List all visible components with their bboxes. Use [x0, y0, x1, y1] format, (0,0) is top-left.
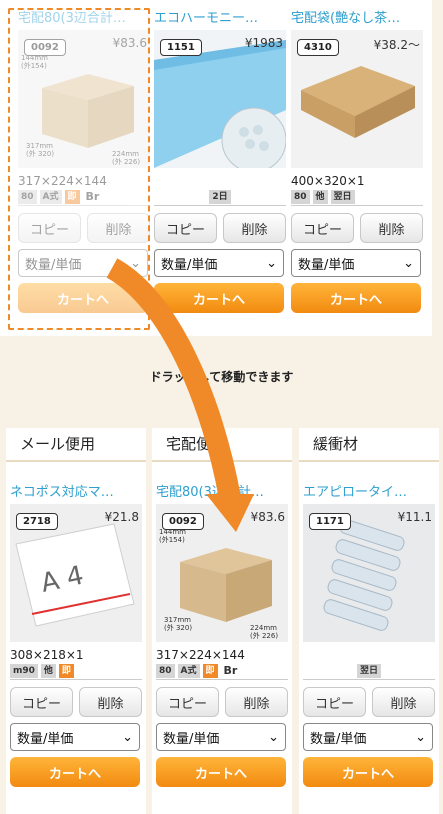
- quantity-select-label: 数量/単価: [161, 257, 218, 273]
- box-depth-outer: (外 226): [250, 631, 278, 640]
- add-to-cart-button[interactable]: カートへ: [303, 757, 433, 787]
- tag-size: 80: [156, 664, 175, 678]
- quantity-select[interactable]: 数量/単価 ⌄: [154, 249, 284, 277]
- product-tags: 80 他 翌日: [291, 190, 423, 206]
- category-column-cushioning[interactable]: 緩衝材 エアピロータイ… 1171 ¥11.1 翌日 コピー 削除 数量/単価 …: [299, 428, 439, 814]
- product-tags: 翌日: [303, 664, 435, 680]
- column-header: 緩衝材: [299, 428, 439, 462]
- product-size: [154, 174, 286, 188]
- product-price: ¥38.2～: [373, 38, 420, 52]
- drag-source-outline: [8, 8, 150, 330]
- product-card-eco-harmony[interactable]: エコハーモニー… 1151 ¥1983 2日 コピー 削除 数量/単価 ⌄ カート…: [154, 8, 286, 313]
- chevron-down-icon: ⌄: [415, 729, 426, 745]
- delete-button[interactable]: 削除: [360, 213, 423, 243]
- category-column-mail[interactable]: メール便用 ネコポス対応マ… A 4 2718 ¥21.8 308×218×1 …: [6, 428, 146, 814]
- quantity-select-label: 数量/単価: [310, 731, 367, 747]
- box-height-outer: (外154): [159, 535, 185, 544]
- product-card-delivery-bag[interactable]: 宅配袋(艶なし茶… 4310 ¥38.2～ 400×320×1 80 他 翌日 …: [291, 8, 423, 313]
- product-size: 317×224×144: [156, 648, 245, 662]
- quantity-select[interactable]: 数量/単価 ⌄: [303, 723, 433, 751]
- delete-button[interactable]: 削除: [79, 687, 142, 717]
- tag-size: m90: [10, 664, 38, 678]
- product-title[interactable]: エアピロータイ…: [303, 482, 435, 504]
- quantity-select[interactable]: 数量/単価 ⌄: [156, 723, 286, 751]
- product-card-box80-dropped[interactable]: 宅配80(3辺合計… 144mm (外154) 317mm (外 320) 22…: [156, 482, 288, 787]
- add-to-cart-button[interactable]: カートへ: [154, 283, 284, 313]
- product-image-bubblewrap: 1151 ¥1983: [154, 30, 286, 168]
- tag-ship: 翌日: [330, 190, 355, 204]
- add-to-cart-button[interactable]: カートへ: [10, 757, 140, 787]
- product-tags: 2日: [154, 190, 286, 206]
- product-code: 0092: [162, 513, 204, 530]
- column-header: メール便用: [6, 428, 146, 462]
- tag-brand: Br: [223, 664, 238, 677]
- product-code: 1151: [160, 39, 202, 56]
- product-code: 1171: [309, 513, 351, 530]
- product-title[interactable]: エコハーモニー…: [154, 8, 286, 30]
- tag-size: 80: [291, 190, 310, 204]
- chevron-down-icon: ⌄: [122, 729, 133, 745]
- box-depth: 224mm: [250, 624, 277, 632]
- quantity-select-label: 数量/単価: [163, 731, 220, 747]
- chevron-down-icon: ⌄: [266, 255, 277, 271]
- copy-button[interactable]: コピー: [10, 687, 73, 717]
- product-price: ¥21.8: [104, 510, 139, 524]
- column-header: 宅配便用: [152, 428, 292, 462]
- quantity-select[interactable]: 数量/単価 ⌄: [10, 723, 140, 751]
- product-title[interactable]: ネコポス対応マ…: [10, 482, 142, 504]
- product-price: ¥1983: [244, 36, 283, 50]
- product-card-nekopos[interactable]: ネコポス対応マ… A 4 2718 ¥21.8 308×218×1 m90 他 …: [10, 482, 142, 787]
- product-code: 4310: [297, 39, 339, 56]
- product-title[interactable]: 宅配袋(艶なし茶…: [291, 8, 423, 30]
- delete-button[interactable]: 削除: [223, 213, 286, 243]
- tag-ship: 即: [202, 664, 218, 678]
- quantity-select[interactable]: 数量/単価 ⌄: [291, 249, 421, 277]
- product-size: 308×218×1: [10, 648, 84, 662]
- chevron-down-icon: ⌄: [268, 729, 279, 745]
- chevron-down-icon: ⌄: [403, 255, 414, 271]
- tag-type: A式: [177, 664, 200, 678]
- tag-type: 他: [40, 664, 56, 678]
- delete-button[interactable]: 削除: [225, 687, 288, 717]
- quantity-select-label: 数量/単価: [17, 731, 74, 747]
- product-price: ¥83.6: [250, 510, 285, 524]
- product-price: ¥11.1: [397, 510, 432, 524]
- copy-button[interactable]: コピー: [154, 213, 217, 243]
- box-width-outer: (外 320): [164, 623, 192, 632]
- copy-button[interactable]: コピー: [303, 687, 366, 717]
- tag-type: 他: [312, 190, 328, 204]
- product-code: 2718: [16, 513, 58, 530]
- product-card-air-pillow[interactable]: エアピロータイ… 1171 ¥11.1 翌日 コピー 削除 数量/単価 ⌄ カー…: [303, 482, 435, 787]
- product-image-envelope: A 4 2718 ¥21.8: [10, 504, 142, 642]
- product-size: 400×320×1: [291, 174, 365, 188]
- product-size: [303, 648, 435, 662]
- add-to-cart-button[interactable]: カートへ: [291, 283, 421, 313]
- tag-ship: 2日: [209, 190, 231, 204]
- tag-ship: 即: [58, 664, 74, 678]
- quantity-select-label: 数量/単価: [298, 257, 355, 273]
- tag-ship: 翌日: [356, 664, 381, 678]
- product-image-air-pillow: 1171 ¥11.1: [303, 504, 435, 642]
- product-image-bag: 4310 ¥38.2～: [291, 30, 423, 168]
- copy-button[interactable]: コピー: [291, 213, 354, 243]
- box-width: 317mm: [164, 616, 191, 624]
- drag-hint-text: ドラッグして移動できます: [149, 370, 294, 384]
- product-tags: m90 他 即: [10, 664, 142, 680]
- delete-button[interactable]: 削除: [372, 687, 435, 717]
- category-column-delivery[interactable]: 宅配便用 宅配80(3辺合計… 144mm (外154) 317mm (外 32…: [152, 428, 292, 814]
- product-title[interactable]: 宅配80(3辺合計…: [156, 482, 288, 504]
- product-image-box: 144mm (外154) 317mm (外 320) 224mm (外 226)…: [156, 504, 288, 642]
- product-tags: 80 A式 即 Br: [156, 664, 288, 680]
- copy-button[interactable]: コピー: [156, 687, 219, 717]
- add-to-cart-button[interactable]: カートへ: [156, 757, 286, 787]
- top-panel: 宅配80(3辺合計… 144mm (外154) 317mm (外 320) 22…: [0, 0, 443, 340]
